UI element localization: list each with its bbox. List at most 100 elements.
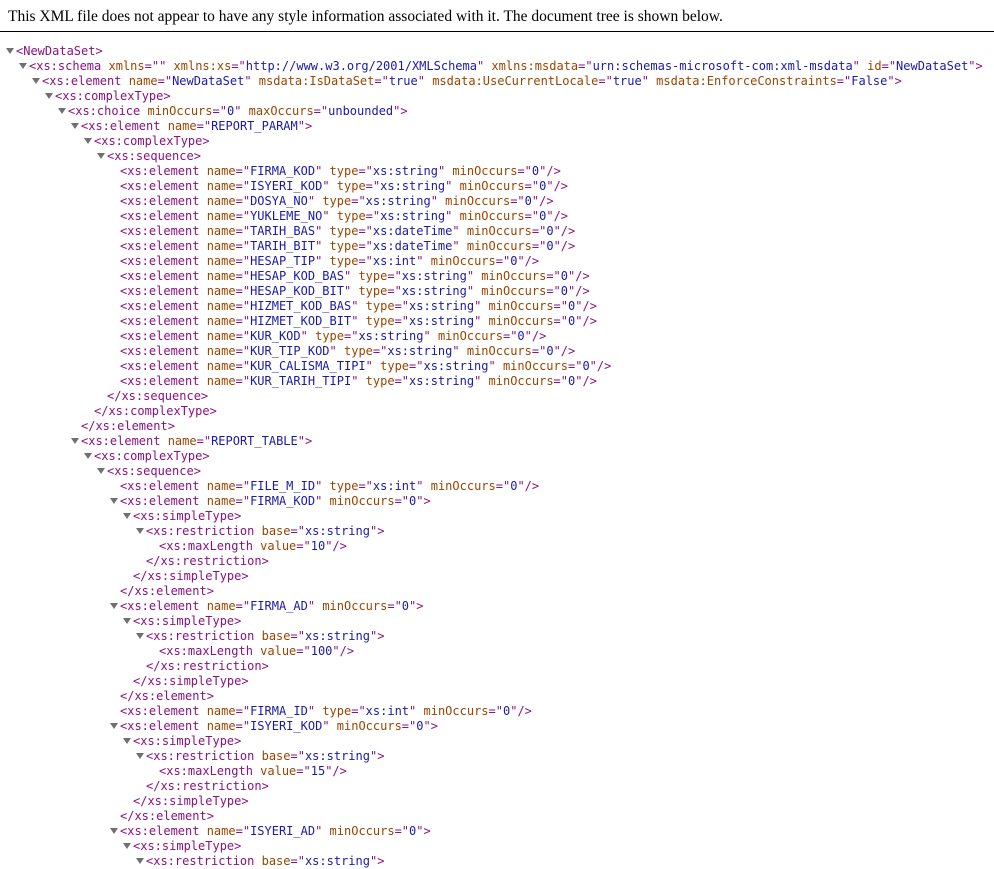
xml-node-open-line[interactable]: <xs:restriction base="xs:string"> (136, 629, 384, 644)
attribute-quote: " (244, 74, 252, 88)
collapse-triangle-icon[interactable] (97, 468, 105, 474)
collapse-triangle-icon[interactable] (58, 108, 66, 114)
collapse-triangle-icon[interactable] (71, 438, 79, 444)
tag-name: <xs:simpleType (133, 839, 235, 853)
attribute-quote: =" (231, 59, 246, 73)
xml-node-line: <xs:element name="FIRMA_KOD" type="xs:st… (120, 164, 561, 179)
attribute-value: xs:string (387, 344, 453, 358)
attribute-value: ISYERI_AD (250, 824, 316, 838)
attribute-quote: =" (488, 704, 503, 718)
collapse-triangle-icon[interactable] (71, 123, 79, 129)
xml-node-open-line[interactable]: <xs:restriction base="xs:string"> (136, 524, 384, 539)
xml-node-open-line[interactable]: <xs:simpleType> (123, 509, 241, 524)
xml-node-open-line[interactable]: <xs:element name="NewDataSet" msdata:IsD… (32, 74, 902, 89)
xml-node-open-line[interactable]: <xs:sequence> (97, 149, 201, 164)
xml-node-open-line[interactable]: <xs:sequence> (97, 464, 201, 479)
collapse-triangle-icon[interactable] (19, 63, 27, 69)
collapse-triangle-icon[interactable] (32, 78, 40, 84)
attribute-name: name (199, 599, 236, 613)
collapse-triangle-icon[interactable] (97, 153, 105, 159)
attribute-value: KUR_TARIH_TIPI (250, 374, 352, 388)
collapse-triangle-icon[interactable] (110, 828, 118, 834)
xml-node-open-line[interactable]: <xs:complexType> (84, 449, 210, 464)
xml-node-open-line[interactable]: <xs:element name="FIRMA_KOD" minOccurs="… (110, 494, 431, 509)
tag-name: <xs:element (81, 434, 161, 448)
xml-node-open-line[interactable]: <xs:complexType> (45, 89, 171, 104)
collapse-triangle-icon[interactable] (123, 843, 131, 849)
collapse-triangle-icon[interactable] (6, 48, 14, 54)
tag-end: /> (575, 284, 590, 298)
collapse-triangle-icon[interactable] (110, 498, 118, 504)
tag-end: > (416, 599, 424, 613)
attribute-quote: " (524, 329, 532, 343)
collapse-triangle-icon[interactable] (123, 738, 131, 744)
attribute-quote: " (517, 479, 525, 493)
xml-node-open-line[interactable]: <xs:simpleType> (123, 614, 241, 629)
attribute-quote: " (466, 284, 475, 298)
xml-node-open-line[interactable]: <xs:choice minOccurs="0" maxOccurs="unbo… (58, 104, 408, 119)
xml-node-close-line: </xs:element> (120, 584, 214, 599)
xml-node-close-line: </xs:restriction> (146, 659, 269, 674)
tag-end: > (894, 74, 902, 88)
xml-node-close-line: </xs:simpleType> (133, 674, 249, 689)
attribute-quote: " (416, 479, 424, 493)
attribute-quote: =" (212, 104, 227, 118)
attribute-name: name (199, 209, 236, 223)
attribute-quote: =" (517, 164, 532, 178)
attribute-quote: =" (531, 344, 547, 358)
attribute-quote: =" (358, 479, 373, 493)
attribute-name: xmlns:xs (166, 59, 232, 73)
attribute-name: name (199, 824, 236, 838)
collapse-triangle-icon[interactable] (136, 528, 144, 534)
xml-node-line: <xs:element name="HESAP_KOD_BAS" type="x… (120, 269, 590, 284)
tag-end: /> (596, 359, 612, 373)
xml-node-open-line[interactable]: <xs:schema xmlns="" xmlns:xs="http://www… (19, 59, 983, 74)
attribute-quote: =" (358, 224, 373, 238)
attribute-name: minOccurs (474, 269, 547, 283)
attribute-value: HESAP_KOD_BIT (250, 284, 344, 298)
closing-tag: </xs:simpleType> (133, 569, 249, 583)
xml-node-open-line[interactable]: <xs:element name="ISYERI_KOD" minOccurs=… (110, 719, 438, 734)
tag-name: <xs:element (120, 719, 200, 733)
attribute-name: type (336, 344, 373, 358)
xml-node-open-line[interactable]: <xs:element name="ISYERI_AD" minOccurs="… (110, 824, 431, 839)
attribute-value: xs:string (365, 194, 431, 208)
xml-node-open-line[interactable]: <xs:element name="FIRMA_AD" minOccurs="0… (110, 599, 424, 614)
attribute-value: KUR_TIP_KOD (250, 344, 330, 358)
attribute-quote: =" (235, 299, 251, 313)
xml-node-open-line[interactable]: <NewDataSet> (6, 44, 103, 59)
attribute-value: xs:string (401, 284, 467, 298)
xml-node-open-line[interactable]: <xs:element name="REPORT_TABLE"> (71, 434, 312, 449)
attribute-quote: =" (394, 299, 410, 313)
tag-end: /> (582, 314, 597, 328)
tag-name: <xs:element (120, 269, 200, 283)
collapse-triangle-icon[interactable] (110, 603, 118, 609)
xml-node-open-line[interactable]: <xs:restriction base="xs:string"> (136, 854, 384, 869)
xml-node-open-line[interactable]: <xs:element name="REPORT_PARAM"> (71, 119, 312, 134)
attribute-name: name (199, 329, 236, 343)
xml-node-open-line[interactable]: <xs:complexType> (84, 134, 210, 149)
collapse-triangle-icon[interactable] (84, 138, 92, 144)
attribute-quote: =" (235, 269, 251, 283)
xml-node-open-line[interactable]: <xs:simpleType> (123, 734, 241, 749)
attribute-quote: " (365, 359, 373, 373)
collapse-triangle-icon[interactable] (110, 723, 118, 729)
tag-end: /> (517, 704, 532, 718)
attribute-name: value (252, 644, 297, 658)
xml-node-open-line[interactable]: <xs:restriction base="xs:string"> (136, 749, 384, 764)
attribute-name: name (199, 314, 236, 328)
xml-node-open-line[interactable]: <xs:simpleType> (123, 839, 241, 854)
attribute-value: http://www.w3.org/2001/XMLSchema (245, 59, 477, 73)
collapse-triangle-icon[interactable] (45, 93, 53, 99)
attribute-value: ISYERI_KOD (250, 179, 323, 193)
collapse-triangle-icon[interactable] (136, 753, 144, 759)
collapse-triangle-icon[interactable] (123, 513, 131, 519)
collapse-triangle-icon[interactable] (84, 453, 92, 459)
attribute-quote: " (517, 254, 525, 268)
tag-name: <xs:simpleType (133, 509, 235, 523)
collapse-triangle-icon[interactable] (136, 633, 144, 639)
collapse-triangle-icon[interactable] (123, 618, 131, 624)
tag-end: /> (531, 329, 547, 343)
attribute-value: 0 (401, 599, 410, 613)
attribute-quote: " (452, 224, 460, 238)
